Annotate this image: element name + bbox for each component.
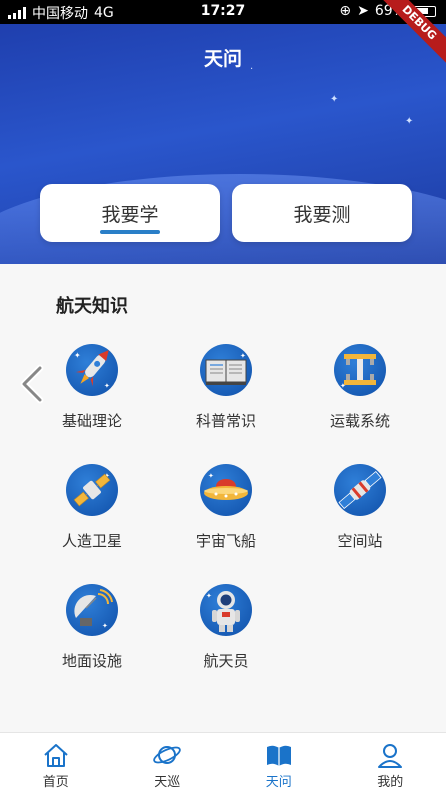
- svg-text:✦: ✦: [206, 592, 212, 600]
- nav-label: 天巡: [154, 775, 181, 790]
- tab-learn[interactable]: 我要学: [40, 184, 220, 242]
- nav-label: 天问: [265, 775, 292, 790]
- home-icon: [44, 744, 68, 767]
- nav-item-tianwen[interactable]: 天问: [223, 733, 335, 793]
- planet-icon: [153, 746, 182, 764]
- rocket-icon: ✦ ✦: [66, 344, 118, 396]
- user-icon: [378, 744, 403, 768]
- knowledge-item-label: 科普常识: [195, 412, 256, 430]
- svg-text:✦: ✦: [74, 351, 81, 360]
- nav-label: 首页: [42, 775, 69, 790]
- knowledge-item-space-station[interactable]: 空间站: [300, 464, 420, 551]
- location-icon: ➤: [357, 3, 369, 19]
- nav-label: 我的: [377, 775, 404, 790]
- knowledge-item-label: 宇宙飞船: [195, 532, 256, 550]
- knowledge-item-label: 运载系统: [329, 412, 390, 430]
- spaceship-icon: ✦: [200, 464, 252, 516]
- page-title: 天问: [203, 48, 242, 70]
- svg-text:✦: ✦: [102, 622, 108, 630]
- header-banner: ✦ ✦ · 天问 我要学 我要测: [0, 24, 446, 264]
- book-icon: ✦: [200, 344, 252, 396]
- nav-item-profile[interactable]: 我的: [335, 733, 446, 793]
- astronaut-icon: ✦: [200, 584, 252, 636]
- knowledge-item-label: 航天员: [203, 652, 249, 670]
- nav-item-home[interactable]: 首页: [0, 733, 112, 793]
- launcher-icon: ✦: [334, 344, 386, 396]
- tab-learn-label: 我要学: [101, 203, 159, 226]
- svg-text:✦: ✦: [104, 382, 110, 390]
- knowledge-item-spaceships[interactable]: ✦ 宇宙飞船: [166, 464, 286, 551]
- knowledge-item-launch-systems[interactable]: ✦ 运载系统: [300, 344, 420, 431]
- star-icon: ✦: [405, 116, 414, 127]
- knowledge-item-satellites[interactable]: ✦ 人造卫星: [32, 464, 152, 551]
- open-book-icon: [266, 745, 291, 766]
- knowledge-item-science-basics[interactable]: ✦ 科普常识: [166, 344, 286, 431]
- radar-dish-icon: ✦: [66, 584, 118, 636]
- section-title: 航天知识: [56, 296, 128, 317]
- knowledge-item-label: 人造卫星: [61, 532, 122, 550]
- tab-test[interactable]: 我要测: [232, 184, 412, 242]
- knowledge-item-label: 空间站: [337, 532, 383, 550]
- space-station-icon: [334, 464, 386, 516]
- knowledge-item-label: 基础理论: [61, 412, 122, 430]
- knowledge-item-astronauts[interactable]: ✦ 航天员: [166, 584, 286, 671]
- knowledge-item-basic-theory[interactable]: ✦ ✦ 基础理论: [32, 344, 152, 431]
- knowledge-item-ground-facilities[interactable]: ✦ 地面设施: [32, 584, 152, 671]
- svg-text:✦: ✦: [240, 352, 246, 360]
- nav-item-explore[interactable]: 天巡: [112, 733, 224, 793]
- bottom-nav: 首页 天巡 天问 我的: [0, 732, 446, 793]
- star-icon: ✦: [330, 94, 339, 105]
- tab-test-label: 我要测: [293, 203, 351, 226]
- status-bar: 中国移动 4G 17:27 ⊕ ➤ 69%: [0, 0, 446, 24]
- orientation-lock-icon: ⊕: [339, 3, 352, 19]
- satellite-icon: ✦: [66, 464, 118, 516]
- knowledge-section: 航天知识 ✦ ✦ 基础理论 ✦ 科普常识 ✦ 运载系统 ✦ 人造卫星 ✦ 宇宙飞…: [0, 264, 446, 732]
- knowledge-item-label: 地面设施: [61, 652, 122, 670]
- svg-text:✦: ✦: [208, 472, 214, 480]
